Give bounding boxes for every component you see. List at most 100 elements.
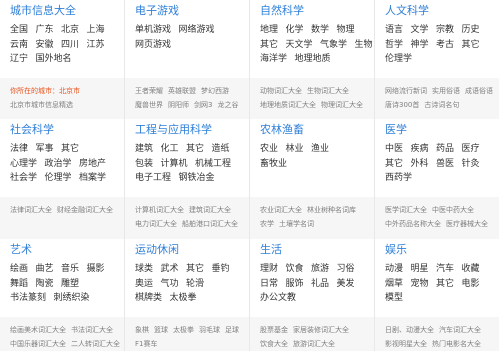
subcategory-link[interactable]: 神学 <box>411 38 429 53</box>
featured-dict-link[interactable]: 唐诗300首 <box>385 98 419 112</box>
subcategory-link[interactable]: 礼品 <box>311 277 329 292</box>
featured-dict-link[interactable]: 林业树种名词库 <box>307 203 356 217</box>
subcategory-link[interactable]: 档案学 <box>79 171 106 186</box>
featured-dict-link[interactable]: 饮食大全 <box>260 337 288 351</box>
subcategory-link[interactable]: 其它 <box>436 277 454 292</box>
subcategory-link[interactable]: 明星 <box>411 262 429 277</box>
subcategory-link[interactable]: 气象学 <box>320 38 347 53</box>
featured-dict-link[interactable]: 电力词汇大全 <box>135 217 177 231</box>
subcategory-link[interactable]: 绘画 <box>10 262 28 277</box>
subcategory-link[interactable]: 计算机 <box>161 157 188 172</box>
category-title[interactable]: 人文科学 <box>385 4 429 18</box>
featured-dict-link[interactable]: 中外药品名称大全 <box>385 217 441 231</box>
featured-dict-link[interactable]: 物理词汇大全 <box>321 98 363 112</box>
featured-dict-link[interactable]: 古诗词名句 <box>424 98 459 112</box>
featured-dict-link[interactable]: 王者荣耀 <box>135 84 163 98</box>
featured-dict-link[interactable]: 日剧、动漫大全 <box>385 323 434 337</box>
featured-dict-link[interactable]: 中医中药大全 <box>432 203 474 217</box>
subcategory-link[interactable]: 其它 <box>462 38 480 53</box>
featured-dict-link[interactable]: 土壤学名词 <box>279 217 314 231</box>
subcategory-link[interactable]: 辽宁 <box>10 52 28 67</box>
subcategory-link[interactable]: 曲艺 <box>36 262 54 277</box>
subcategory-link[interactable]: 棋牌类 <box>135 291 162 306</box>
subcategory-link[interactable]: 宗教 <box>436 23 454 38</box>
subcategory-link[interactable]: 汽车 <box>436 262 454 277</box>
featured-dict-link[interactable]: 魔兽世界 <box>135 98 163 112</box>
subcategory-link[interactable]: 其它 <box>385 157 403 172</box>
featured-dict-link[interactable]: 篮球 <box>154 323 168 337</box>
subcategory-link[interactable]: 上海 <box>87 23 105 38</box>
subcategory-link[interactable]: 办公文教 <box>260 291 296 306</box>
category-title[interactable]: 城市信息大全 <box>10 4 76 18</box>
subcategory-link[interactable]: 广东 <box>36 23 54 38</box>
subcategory-link[interactable]: 针灸 <box>462 157 480 172</box>
category-title[interactable]: 艺术 <box>10 243 32 257</box>
featured-dict-link[interactable]: 英雄联盟 <box>168 84 196 98</box>
subcategory-link[interactable]: 收藏 <box>462 262 480 277</box>
subcategory-link[interactable]: 生物 <box>355 38 373 53</box>
subcategory-link[interactable]: 球类 <box>135 262 153 277</box>
subcategory-link[interactable]: 钢铁冶金 <box>179 171 215 186</box>
featured-dict-link[interactable]: 剑网3 <box>194 98 212 112</box>
subcategory-link[interactable]: 烟草 <box>385 277 403 292</box>
featured-dict-link[interactable]: 太极拳 <box>173 323 194 337</box>
subcategory-link[interactable]: 刺绣织染 <box>54 291 90 306</box>
subcategory-link[interactable]: 西药学 <box>385 171 412 186</box>
subcategory-link[interactable]: 数学 <box>311 23 329 38</box>
featured-dict-link[interactable]: 影视明星大全 <box>385 337 427 351</box>
subcategory-link[interactable]: 医疗 <box>462 142 480 157</box>
category-title[interactable]: 自然科学 <box>260 4 304 18</box>
category-title[interactable]: 运动休闲 <box>135 243 179 257</box>
subcategory-link[interactable]: 单机游戏 <box>135 23 171 38</box>
subcategory-link[interactable]: 饮食 <box>286 262 304 277</box>
subcategory-link[interactable]: 习俗 <box>337 262 355 277</box>
featured-dict-link[interactable]: 旅游词汇大全 <box>293 337 335 351</box>
subcategory-link[interactable]: 建筑 <box>135 142 153 157</box>
subcategory-link[interactable]: 心理学 <box>10 157 37 172</box>
subcategory-link[interactable]: 地理 <box>260 23 278 38</box>
featured-dict-link[interactable]: 阴阳师 <box>168 98 189 112</box>
subcategory-link[interactable]: 社会学 <box>10 171 37 186</box>
subcategory-link[interactable]: 日常 <box>260 277 278 292</box>
featured-dict-link[interactable]: 热门电影名大全 <box>432 337 481 351</box>
subcategory-link[interactable]: 考古 <box>436 38 454 53</box>
subcategory-link[interactable]: 物理 <box>337 23 355 38</box>
subcategory-link[interactable]: 江苏 <box>87 38 105 53</box>
subcategory-link[interactable]: 雕塑 <box>61 277 79 292</box>
subcategory-link[interactable]: 轮滑 <box>186 277 204 292</box>
subcategory-link[interactable]: 地理地质 <box>295 52 331 67</box>
featured-dict-link[interactable]: 网络流行新词 <box>385 84 427 98</box>
subcategory-link[interactable]: 模型 <box>385 291 403 306</box>
subcategory-link[interactable]: 法律 <box>10 142 28 157</box>
subcategory-link[interactable]: 四川 <box>61 38 79 53</box>
subcategory-link[interactable]: 安徽 <box>36 38 54 53</box>
subcategory-link[interactable]: 舞蹈 <box>10 277 28 292</box>
subcategory-link[interactable]: 农业 <box>260 142 278 157</box>
featured-dict-link[interactable]: 地理地质词汇大全 <box>260 98 316 112</box>
subcategory-link[interactable]: 化工 <box>161 142 179 157</box>
subcategory-link[interactable]: 奥运 <box>135 277 153 292</box>
subcategory-link[interactable]: 伦理学 <box>385 52 412 67</box>
subcategory-link[interactable]: 房地产 <box>79 157 106 172</box>
featured-dict-link[interactable]: 绘画美术词汇大全 <box>10 323 66 337</box>
featured-dict-link[interactable]: 动物词汇大全 <box>260 84 302 98</box>
category-title[interactable]: 电子游戏 <box>135 4 179 18</box>
subcategory-link[interactable]: 其它 <box>186 262 204 277</box>
subcategory-link[interactable]: 政治学 <box>45 157 72 172</box>
subcategory-link[interactable]: 太极拳 <box>170 291 197 306</box>
featured-dict-link[interactable]: 医疗器械大全 <box>446 217 488 231</box>
subcategory-link[interactable]: 理财 <box>260 262 278 277</box>
category-title[interactable]: 医学 <box>385 123 407 137</box>
subcategory-link[interactable]: 伦理学 <box>45 171 72 186</box>
subcategory-link[interactable]: 语言 <box>385 23 403 38</box>
featured-dict-link[interactable]: 农业词汇大全 <box>260 203 302 217</box>
subcategory-link[interactable]: 网络游戏 <box>179 23 215 38</box>
subcategory-link[interactable]: 服饰 <box>286 277 304 292</box>
category-title[interactable]: 生活 <box>260 243 282 257</box>
subcategory-link[interactable]: 哲学 <box>385 38 403 53</box>
subcategory-link[interactable]: 文学 <box>411 23 429 38</box>
featured-dict-link[interactable]: 书法词汇大全 <box>71 323 113 337</box>
subcategory-link[interactable]: 电子工程 <box>135 171 171 186</box>
featured-dict-link[interactable]: 龙之谷 <box>217 98 238 112</box>
subcategory-link[interactable]: 军事 <box>36 142 54 157</box>
